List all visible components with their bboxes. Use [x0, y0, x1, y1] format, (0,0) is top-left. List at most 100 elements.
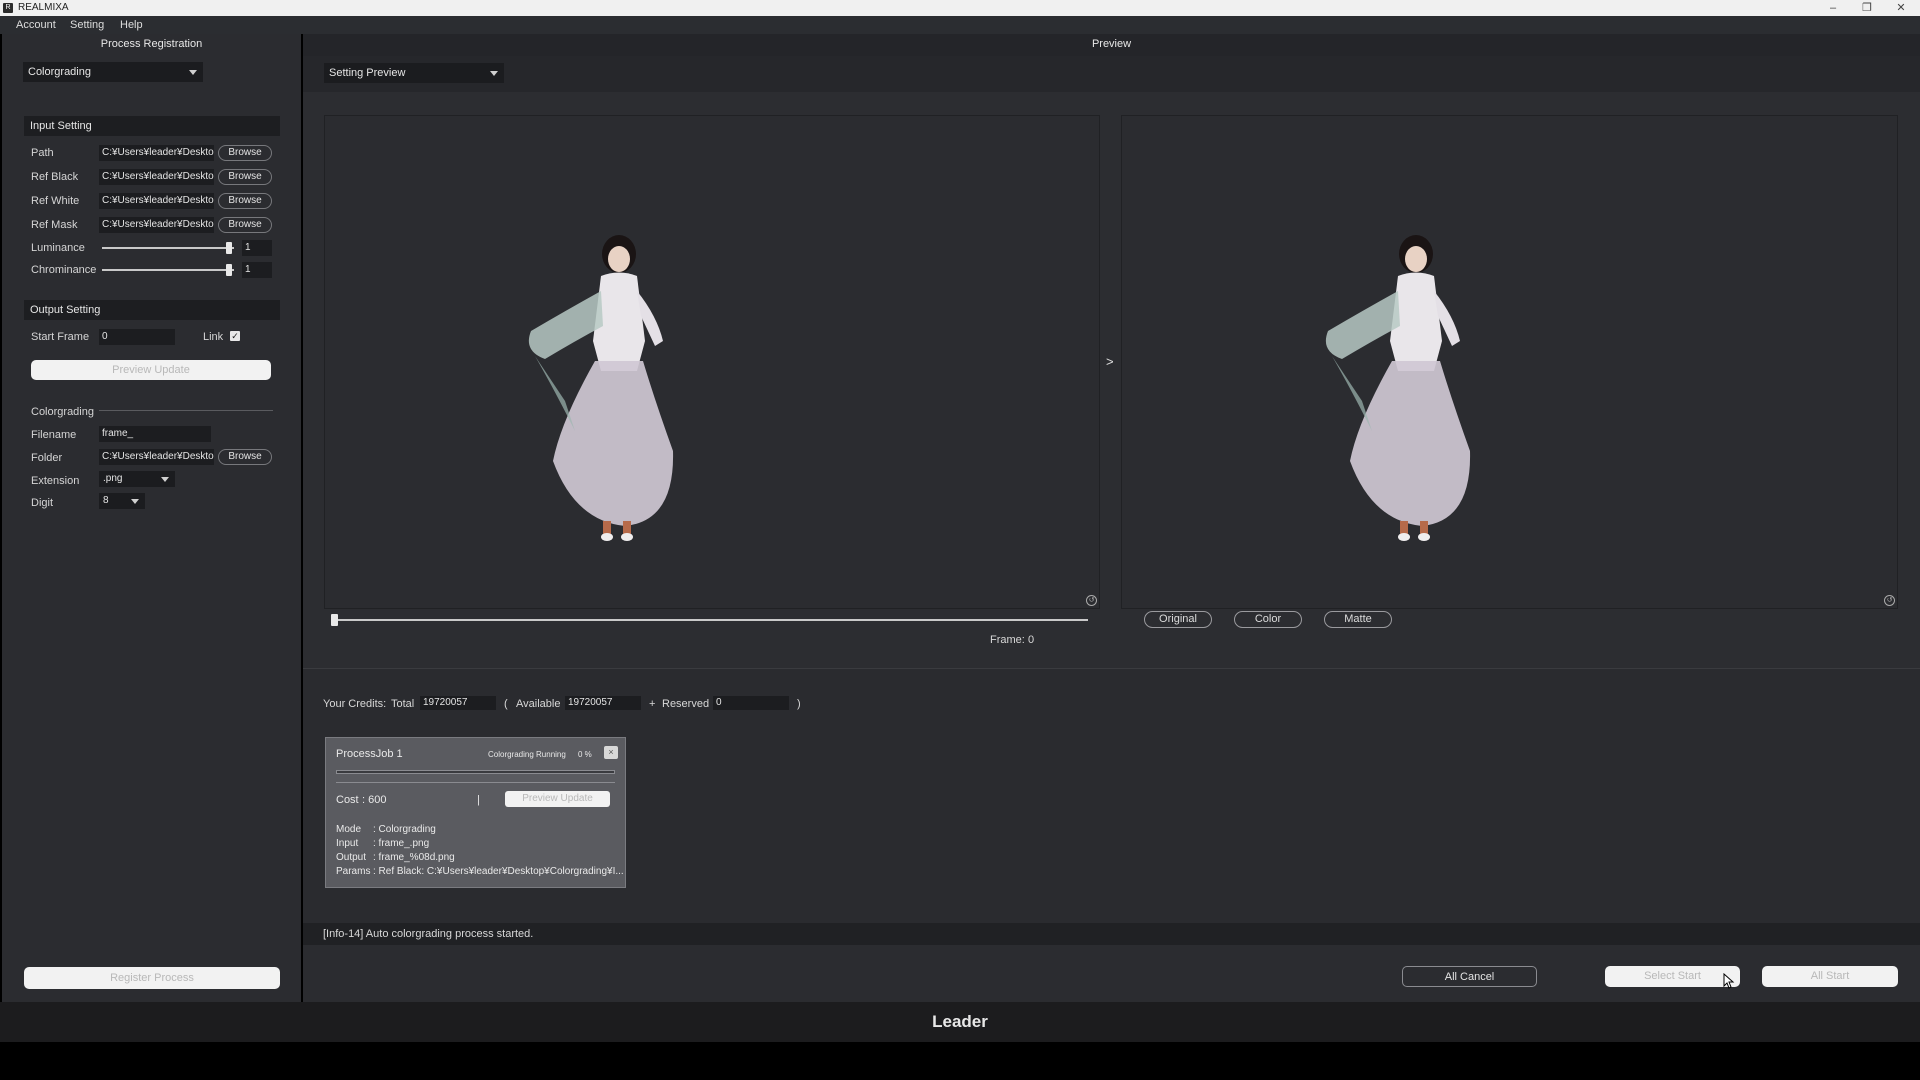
- result-viewer[interactable]: ↺: [1121, 115, 1898, 609]
- ref-mask-browse-button[interactable]: Browse: [218, 217, 272, 233]
- luminance-slider-handle[interactable]: [226, 242, 232, 254]
- ref-white-field[interactable]: C:¥Users¥leader¥Desktop: [99, 193, 214, 209]
- chrominance-slider-handle[interactable]: [226, 264, 232, 276]
- menu-help[interactable]: Help: [120, 19, 143, 31]
- job-status: Colorgrading Running: [488, 750, 566, 759]
- action-bar: All Cancel Select Start All Start: [303, 945, 1920, 1002]
- job-params-value: : Ref Black: C:¥Users¥leader¥Desktop¥Col…: [373, 866, 623, 877]
- credits-reserved-field: 0: [713, 696, 789, 710]
- link-checkbox[interactable]: ✓: [230, 331, 240, 341]
- all-cancel-button[interactable]: All Cancel: [1402, 966, 1537, 987]
- job-divider: [336, 782, 615, 783]
- job-mode-value: : Colorgrading: [373, 824, 436, 835]
- colorgrading-group-label: Colorgrading: [31, 406, 94, 418]
- start-frame-label: Start Frame: [31, 331, 90, 343]
- credits-label: Your Credits:: [323, 698, 387, 710]
- menu-setting[interactable]: Setting: [70, 19, 104, 31]
- preview-header: Preview: [303, 34, 1920, 56]
- chrominance-slider[interactable]: [102, 269, 234, 271]
- folder-field[interactable]: C:¥Users¥leader¥Desktop: [99, 449, 214, 465]
- credits-open-paren: (: [504, 698, 508, 710]
- process-job-card[interactable]: ProcessJob 1 Colorgrading Running 0 % × …: [325, 737, 626, 888]
- job-cost-separator: |: [477, 794, 480, 806]
- figure-image-right: [1325, 235, 1471, 541]
- chrominance-value-field[interactable]: 1: [242, 262, 272, 278]
- ref-white-browse-button[interactable]: Browse: [218, 193, 272, 209]
- path-field[interactable]: C:¥Users¥leader¥Desktop: [99, 145, 214, 161]
- preview-toolbar: Setting Preview: [303, 56, 1920, 92]
- link-label: Link: [203, 331, 224, 343]
- extension-label: Extension: [31, 475, 80, 487]
- job-close-button[interactable]: ×: [604, 746, 618, 759]
- original-view-button[interactable]: Original: [1144, 611, 1212, 628]
- filename-label: Filename: [31, 429, 77, 441]
- ref-black-field[interactable]: C:¥Users¥leader¥Desktop: [99, 169, 214, 185]
- ref-black-label: Ref Black: [31, 171, 79, 183]
- chevron-down-icon: [189, 70, 197, 75]
- app-logo-icon: R: [3, 3, 13, 13]
- source-viewer[interactable]: ↺: [324, 115, 1100, 609]
- start-frame-field[interactable]: 0: [99, 329, 175, 345]
- mouse-cursor-icon: [1723, 973, 1735, 989]
- status-bar: [Info-14] Auto colorgrading process star…: [303, 923, 1920, 945]
- select-start-button[interactable]: Select Start: [1605, 966, 1740, 987]
- chevron-down-icon: [161, 477, 169, 482]
- path-label: Path: [31, 147, 54, 159]
- preview-title: Preview: [1091, 38, 1132, 50]
- process-registration-panel: Process Registration Colorgrading Input …: [2, 34, 301, 1002]
- job-progress-bar: [336, 770, 615, 774]
- panel-title: Process Registration: [100, 38, 203, 50]
- extension-value: .png: [103, 473, 123, 484]
- color-view-button[interactable]: Color: [1234, 611, 1302, 628]
- all-start-button[interactable]: All Start: [1762, 966, 1898, 987]
- window-title: REALMIXA: [18, 2, 69, 13]
- luminance-value-field[interactable]: 1: [242, 240, 272, 256]
- preview-update-button[interactable]: Preview Update: [31, 360, 271, 380]
- reset-view-icon[interactable]: ↺: [1884, 595, 1895, 606]
- restore-button[interactable]: ❐: [1852, 0, 1882, 16]
- luminance-slider[interactable]: [102, 247, 234, 249]
- chevron-down-icon: [490, 71, 498, 76]
- register-process-button[interactable]: Register Process: [24, 967, 280, 989]
- extension-select[interactable]: .png: [99, 471, 175, 487]
- brand-footer: Leader: [0, 1002, 1920, 1042]
- filename-field[interactable]: frame_: [99, 426, 211, 442]
- compare-arrow-icon: >: [1106, 354, 1114, 369]
- job-name: ProcessJob 1: [336, 748, 403, 760]
- frame-value: 0: [1028, 634, 1035, 646]
- frame-slider-handle[interactable]: [331, 614, 338, 626]
- ref-black-browse-button[interactable]: Browse: [218, 169, 272, 185]
- close-window-button[interactable]: ✕: [1886, 0, 1916, 16]
- reset-view-icon[interactable]: ↺: [1086, 595, 1097, 606]
- path-browse-button[interactable]: Browse: [218, 145, 272, 161]
- job-output-label: Output: [336, 852, 367, 863]
- preview-mode-value: Setting Preview: [329, 67, 406, 79]
- job-preview-update-button[interactable]: Preview Update: [505, 791, 610, 807]
- input-setting-heading: Input Setting: [24, 116, 280, 136]
- preview-mode-select[interactable]: Setting Preview: [324, 63, 504, 83]
- job-cost-label: Cost: [336, 794, 359, 806]
- ref-white-label: Ref White: [31, 195, 80, 207]
- credits-available-field: 19720057: [565, 696, 641, 710]
- letterbox-bar: [0, 1042, 1920, 1080]
- matte-view-button[interactable]: Matte: [1324, 611, 1392, 628]
- minimize-button[interactable]: –: [1818, 0, 1848, 16]
- menu-bar: Account Setting Help: [0, 16, 1920, 34]
- job-input-value: : frame_.png: [373, 838, 430, 849]
- folder-label: Folder: [31, 452, 63, 464]
- credits-total-label: Total: [391, 698, 415, 710]
- credits-total-field: 19720057: [420, 696, 496, 710]
- job-input-label: Input: [336, 838, 359, 849]
- frame-slider[interactable]: [332, 619, 1088, 621]
- digit-label: Digit: [31, 497, 54, 509]
- job-cost-value: : 600: [362, 794, 387, 806]
- menu-account[interactable]: Account: [16, 19, 56, 31]
- folder-browse-button[interactable]: Browse: [218, 449, 272, 465]
- process-type-select[interactable]: Colorgrading: [23, 62, 203, 82]
- job-percent: 0 %: [578, 750, 592, 759]
- ref-mask-field[interactable]: C:¥Users¥leader¥Desktop: [99, 217, 214, 233]
- credits-available-label: Available: [516, 698, 561, 710]
- digit-select[interactable]: 8: [99, 493, 145, 509]
- figure-image-left: [528, 235, 674, 541]
- credits-reserved-label: Reserved: [662, 698, 710, 710]
